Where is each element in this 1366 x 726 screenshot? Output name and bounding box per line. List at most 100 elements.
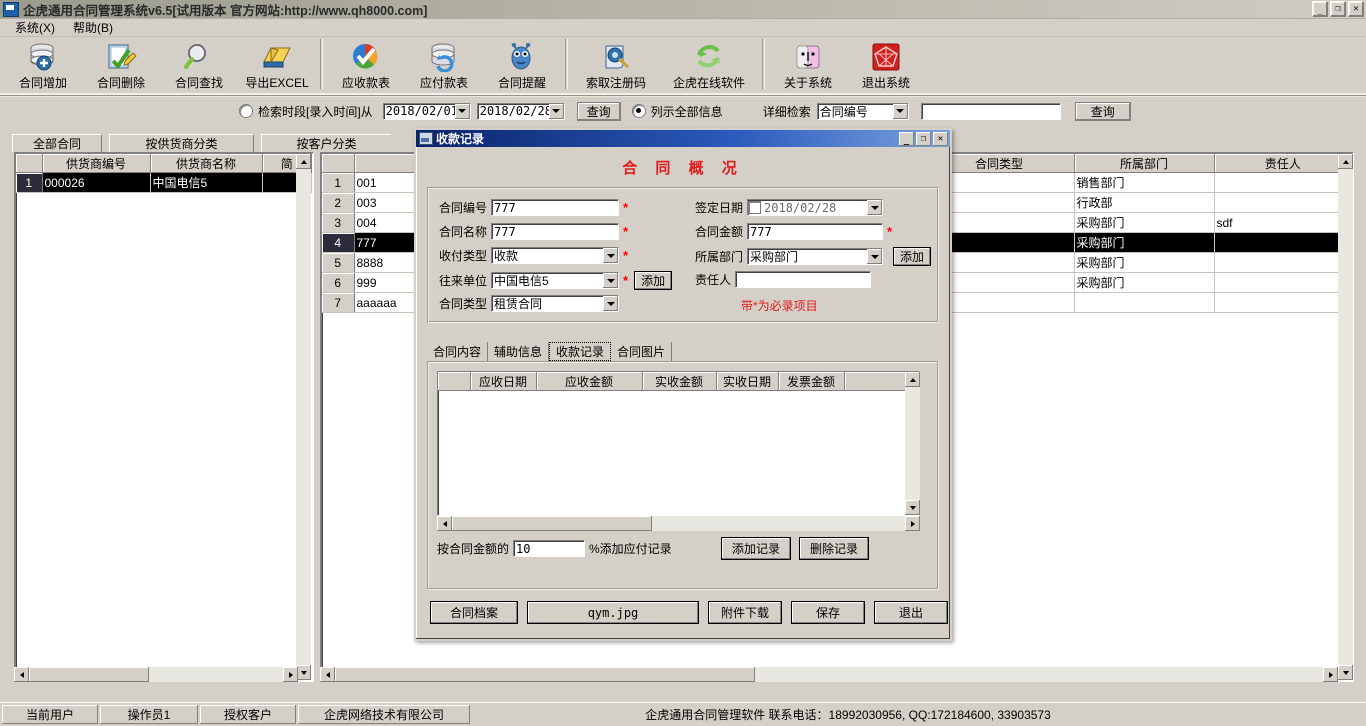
department-combo[interactable]: 采购部门 bbox=[747, 248, 884, 265]
col-invoice-amount[interactable]: 发票金额 bbox=[778, 372, 845, 391]
department-add-button[interactable]: 添加 bbox=[893, 247, 932, 266]
date-from-combo[interactable]: 2018/02/01 bbox=[382, 102, 471, 120]
chevron-down-icon[interactable] bbox=[892, 103, 908, 119]
toolbar-request-license[interactable]: 索取注册码 bbox=[572, 37, 660, 93]
cell-department[interactable]: 采购部门 bbox=[1074, 252, 1215, 273]
cell-department[interactable]: 销售部门 bbox=[1074, 172, 1215, 193]
cell-department[interactable] bbox=[1074, 292, 1215, 313]
delete-record-button[interactable]: 删除记录 bbox=[799, 537, 869, 560]
chevron-down-icon[interactable] bbox=[867, 249, 883, 264]
toolbar-export-excel[interactable]: 导出EXCEL bbox=[238, 37, 316, 93]
cell-owner[interactable] bbox=[1214, 232, 1352, 253]
scroll-thumb[interactable] bbox=[452, 516, 652, 531]
toolbar-contract-search[interactable]: 合同查找 bbox=[160, 37, 238, 93]
counterparty-combo[interactable]: 中国电信5 bbox=[491, 272, 620, 289]
cell-department[interactable]: 行政部 bbox=[1074, 192, 1215, 213]
scroll-down-icon[interactable] bbox=[296, 665, 311, 680]
cell-owner[interactable] bbox=[1214, 172, 1352, 193]
scroll-thumb[interactable] bbox=[29, 667, 149, 682]
radio-list-all[interactable] bbox=[632, 105, 645, 117]
contract-no-input[interactable]: 777 bbox=[491, 199, 620, 216]
chevron-down-icon[interactable] bbox=[548, 103, 564, 119]
chevron-down-icon[interactable] bbox=[603, 248, 619, 263]
contract-hscrollbar[interactable] bbox=[320, 667, 1338, 682]
contract-archive-button[interactable]: 合同档案 bbox=[430, 601, 518, 624]
contract-name-input[interactable]: 777 bbox=[491, 223, 620, 240]
dialog-maximize-button[interactable]: ❐ bbox=[916, 131, 931, 146]
sign-date-checkbox[interactable] bbox=[749, 202, 761, 213]
supplier-hscrollbar[interactable] bbox=[14, 667, 298, 682]
cell-department[interactable]: 采购部门 bbox=[1074, 212, 1215, 233]
scroll-left-icon[interactable] bbox=[320, 667, 335, 682]
scroll-thumb[interactable] bbox=[335, 667, 755, 682]
menu-system[interactable]: 系统(X) bbox=[6, 18, 64, 37]
col-blank[interactable] bbox=[438, 372, 471, 391]
toolbar-receivables-report[interactable]: 应收款表 bbox=[327, 37, 405, 93]
add-record-button[interactable]: 添加记录 bbox=[721, 537, 791, 560]
toolbar-payables-report[interactable]: 应付款表 bbox=[405, 37, 483, 93]
cell-owner[interactable] bbox=[1214, 252, 1352, 273]
col-due-amount[interactable]: 应收金额 bbox=[536, 372, 643, 391]
save-button[interactable]: 保存 bbox=[791, 601, 865, 624]
chevron-down-icon[interactable] bbox=[603, 273, 619, 288]
attachment-download-button[interactable]: 附件下载 bbox=[708, 601, 782, 624]
col-blank[interactable] bbox=[322, 154, 355, 173]
scroll-right-icon[interactable] bbox=[905, 516, 920, 531]
date-to-combo[interactable]: 2018/02/28 bbox=[476, 102, 565, 120]
detail-query-button[interactable]: 查询 bbox=[1074, 101, 1131, 121]
close-button[interactable]: ✕ bbox=[1348, 1, 1364, 17]
dialog-minimize-button[interactable]: _ bbox=[899, 131, 914, 146]
cell-department[interactable]: 采购部门 bbox=[1074, 272, 1215, 293]
scroll-down-icon[interactable] bbox=[1338, 665, 1353, 680]
scroll-right-icon[interactable] bbox=[1323, 667, 1338, 682]
scroll-up-icon[interactable] bbox=[296, 154, 311, 169]
col-due-date[interactable]: 应收日期 bbox=[470, 372, 537, 391]
exit-button[interactable]: 退出 bbox=[874, 601, 948, 624]
dialog-close-button[interactable]: ✕ bbox=[933, 131, 948, 146]
chevron-down-icon[interactable] bbox=[867, 200, 883, 215]
chevron-down-icon[interactable] bbox=[454, 103, 470, 119]
cell-owner[interactable] bbox=[1214, 192, 1352, 213]
detail-search-input[interactable] bbox=[920, 102, 1061, 120]
scroll-up-icon[interactable] bbox=[905, 372, 920, 387]
cell-owner[interactable] bbox=[1214, 292, 1352, 313]
pay-type-combo[interactable]: 收款 bbox=[491, 247, 620, 264]
toolbar-about[interactable]: 关于系统 bbox=[769, 37, 847, 93]
supplier-vscrollbar[interactable] bbox=[296, 154, 311, 680]
chevron-down-icon[interactable] bbox=[603, 296, 619, 311]
counterparty-add-button[interactable]: 添加 bbox=[634, 271, 673, 290]
minimize-button[interactable]: _ bbox=[1312, 1, 1328, 17]
toolbar-contract-reminder[interactable]: 合同提醒 bbox=[483, 37, 561, 93]
amount-input[interactable]: 777 bbox=[747, 223, 884, 240]
tab-contract-content[interactable]: 合同内容 bbox=[427, 342, 489, 361]
cell-supplier-name[interactable]: 中国电信5 bbox=[150, 172, 263, 193]
maximize-button[interactable]: ❐ bbox=[1330, 1, 1346, 17]
col-received-amount[interactable]: 实收金额 bbox=[642, 372, 717, 391]
menu-help[interactable]: 帮助(B) bbox=[64, 18, 122, 37]
tab-payment-records[interactable]: 收款记录 bbox=[549, 342, 612, 361]
toolbar-contract-add[interactable]: 合同增加 bbox=[4, 37, 82, 93]
scroll-left-icon[interactable] bbox=[437, 516, 452, 531]
radio-date-range[interactable] bbox=[240, 105, 252, 117]
detail-field-combo[interactable]: 合同编号 bbox=[816, 102, 909, 120]
contract-type-combo[interactable]: 租赁合同 bbox=[491, 295, 620, 312]
cell-department[interactable]: 采购部门 bbox=[1074, 232, 1215, 253]
query-button[interactable]: 查询 bbox=[576, 101, 621, 121]
cell-owner[interactable] bbox=[1214, 272, 1352, 293]
scroll-left-icon[interactable] bbox=[14, 667, 29, 682]
tab-aux-info[interactable]: 辅助信息 bbox=[488, 342, 550, 361]
scroll-right-icon[interactable] bbox=[283, 667, 298, 682]
tab-contract-images[interactable]: 合同图片 bbox=[611, 342, 673, 361]
col-received-date[interactable]: 实收日期 bbox=[716, 372, 779, 391]
contract-vscrollbar[interactable] bbox=[1338, 154, 1353, 680]
cell-supplier-code[interactable]: 000026 bbox=[42, 172, 151, 193]
col-supplier-name[interactable]: 供货商名称 bbox=[150, 154, 263, 173]
records-hscrollbar[interactable] bbox=[437, 516, 920, 531]
sign-date-combo[interactable]: 2018/02/28 bbox=[747, 199, 884, 216]
cell-owner[interactable]: sdf bbox=[1214, 212, 1352, 233]
tab-all-contracts[interactable]: 全部合同 bbox=[12, 134, 102, 152]
toolbar-online-software[interactable]: 企虎在线软件 bbox=[660, 37, 758, 93]
toolbar-contract-delete[interactable]: 合同删除 bbox=[82, 37, 160, 93]
toolbar-exit[interactable]: 退出系统 bbox=[847, 37, 925, 93]
col-supplier-code[interactable]: 供货商编号 bbox=[42, 154, 151, 173]
